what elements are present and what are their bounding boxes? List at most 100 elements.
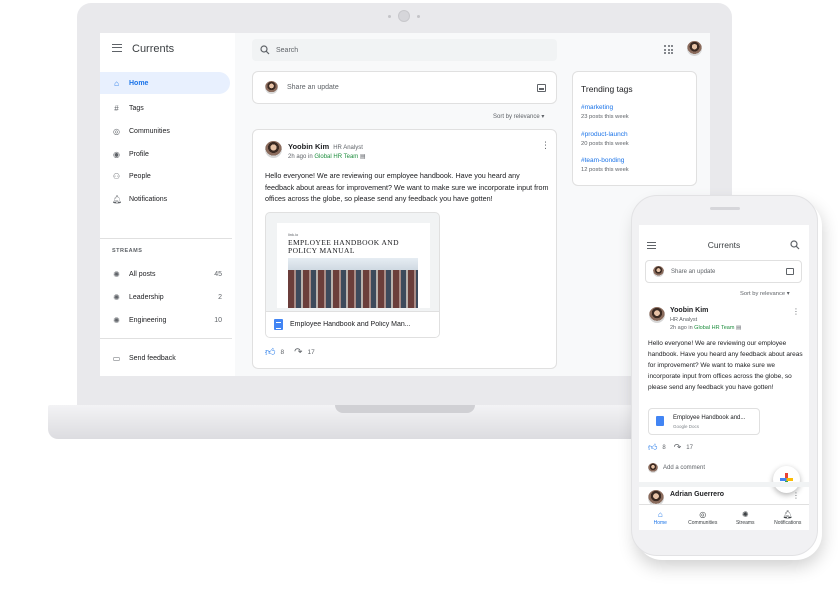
search-icon <box>260 45 270 55</box>
post-team-link[interactable]: Global HR Team <box>694 325 734 331</box>
bottom-nav-home[interactable]: ⌂ Home <box>639 505 682 530</box>
post-team-link[interactable]: Global HR Team <box>314 154 358 160</box>
sort-dropdown[interactable]: Sort by relevance ▾ <box>493 113 544 120</box>
post-author-role: HR Analyst <box>333 145 363 151</box>
stream-item-engineering[interactable]: ✺ Engineering 10 <box>100 309 230 331</box>
stream-icon: ✺ <box>113 315 120 325</box>
laptop-sensor-right <box>417 15 420 18</box>
post-author-name: Yoobin Kim <box>288 142 330 151</box>
document-name: Employee Handbook and... <box>673 415 746 421</box>
document-name: Employee Handbook and Policy Man... <box>290 321 411 328</box>
more-vert-icon[interactable]: ⋮ <box>792 307 800 316</box>
bell-icon: 🔔︎ <box>782 509 793 519</box>
bottom-nav-label: Notifications <box>774 519 802 526</box>
sidebar-item-notifications[interactable]: 🔔︎ Notifications <box>100 188 230 210</box>
share-arrow-icon[interactable]: ↷ <box>294 347 302 358</box>
sidebar-divider <box>100 238 232 239</box>
trending-tag-product-launch[interactable]: #product-launch <box>581 131 628 138</box>
send-feedback-button[interactable]: ▭ Send feedback <box>100 347 230 369</box>
more-vert-icon[interactable]: ⋮ <box>541 141 550 150</box>
post-author-avatar[interactable] <box>649 307 665 323</box>
post-author-name[interactable]: Yoobin Kim <box>670 307 708 314</box>
sidebar: Currents ⌂ Home # Tags ◎ Communities ◉ P… <box>100 33 235 376</box>
feedback-icon: ▭ <box>112 353 121 363</box>
sidebar-item-people[interactable]: ⚇ People <box>100 165 230 187</box>
communities-icon: ◎ <box>113 126 120 136</box>
building-photo <box>288 258 418 308</box>
stream-label: All posts <box>129 270 156 278</box>
laptop-camera <box>398 10 410 22</box>
post-text: Hello everyone! We are reviewing our emp… <box>648 340 803 391</box>
search-icon[interactable] <box>790 240 800 250</box>
home-icon: ⌂ <box>114 78 119 88</box>
sidebar-item-profile[interactable]: ◉ Profile <box>100 143 230 165</box>
post-time: 2h ago in <box>670 325 693 331</box>
sort-dropdown[interactable]: Sort by relevance ▾ <box>740 291 790 297</box>
document-preview: link.io Employee Handbook and Policy Man… <box>277 223 430 308</box>
sidebar-item-home[interactable]: ⌂ Home <box>100 72 230 94</box>
post-author-avatar[interactable] <box>265 141 282 158</box>
thumbs-up-icon[interactable]: 👍︎ <box>648 442 657 453</box>
add-comment-input[interactable]: Add a comment <box>663 465 705 471</box>
communities-icon: ◎ <box>699 509 707 519</box>
sidebar-item-communities[interactable]: ◎ Communities <box>100 120 230 142</box>
image-icon[interactable] <box>537 83 546 92</box>
post-reactions: 👍︎ 8 ↷ 17 <box>648 442 693 453</box>
create-post-fab[interactable] <box>773 466 800 493</box>
phone-app-title: Currents <box>707 240 741 250</box>
search-input[interactable]: Search <box>252 39 557 61</box>
post-card: Yoobin Kim HR Analyst 2h ago in Global H… <box>252 129 557 369</box>
stream-count: 2 <box>218 293 222 301</box>
home-icon: ⌂ <box>657 509 663 519</box>
send-feedback-label: Send feedback <box>129 354 176 362</box>
stream-item-all-posts[interactable]: ✺ All posts 45 <box>100 263 230 285</box>
document-attachment[interactable]: link.io Employee Handbook and Policy Man… <box>265 212 440 338</box>
document-attachment[interactable]: Employee Handbook and... Google Docs <box>648 408 760 435</box>
share-update-box[interactable]: Share an update <box>252 71 557 104</box>
google-docs-icon <box>274 319 283 330</box>
bottom-nav-communities[interactable]: ◎ Communities <box>682 505 725 530</box>
sidebar-item-label: Communities <box>129 127 170 135</box>
post-author-name[interactable]: Adrian Guerrero <box>670 491 724 498</box>
share-update-box[interactable]: Share an update <box>645 260 802 283</box>
post-meta: 2h ago in Global HR Team ▤ <box>670 325 741 331</box>
profile-icon: ◉ <box>113 149 120 159</box>
stream-count: 45 <box>214 270 222 278</box>
post-author[interactable]: Yoobin Kim HR Analyst <box>288 142 363 151</box>
bottom-nav-streams[interactable]: ✺ Streams <box>724 505 767 530</box>
team-icon: ▤ <box>359 154 366 160</box>
document-preview-caption: link.io <box>288 232 299 237</box>
trending-tag-count: 20 posts this week <box>581 141 629 147</box>
sidebar-item-label: Home <box>129 79 149 87</box>
share-arrow-icon[interactable]: ↷ <box>674 442 682 453</box>
sidebar-item-label: Tags <box>129 104 144 112</box>
stream-item-leadership[interactable]: ✺ Leadership 2 <box>100 286 230 308</box>
trending-tag-team-bonding[interactable]: #team-bonding <box>581 157 624 164</box>
bottom-nav-label: Communities <box>688 519 718 526</box>
streams-icon: ✺ <box>741 509 749 519</box>
document-source: Google Docs <box>673 424 700 429</box>
like-count: 8 <box>662 444 666 451</box>
stream-icon: ✺ <box>113 292 120 302</box>
image-icon[interactable] <box>786 268 794 275</box>
share-count: 17 <box>686 444 693 451</box>
post-meta: 2h ago in Global HR Team ▤ <box>288 153 366 160</box>
more-vert-icon[interactable]: ⋮ <box>792 491 800 500</box>
bottom-nav-notifications[interactable]: 🔔︎ Notifications <box>767 505 810 530</box>
sidebar-item-tags[interactable]: # Tags <box>100 97 230 119</box>
team-icon: ▤ <box>735 325 742 331</box>
search-placeholder: Search <box>276 46 299 54</box>
sidebar-divider <box>100 338 232 339</box>
menu-icon[interactable] <box>112 44 122 52</box>
trending-title: Trending tags <box>581 84 633 94</box>
thumbs-up-icon[interactable]: 👍︎ <box>265 346 275 358</box>
account-avatar[interactable] <box>687 41 702 56</box>
trending-tag-marketing[interactable]: #marketing <box>581 104 613 111</box>
people-icon: ⚇ <box>112 171 121 181</box>
trending-tag-count: 12 posts this week <box>581 167 629 173</box>
post-text: Hello everyone! We are reviewing our emp… <box>265 171 549 203</box>
share-count: 17 <box>307 348 315 356</box>
streams-heading: STREAMS <box>112 248 143 254</box>
apps-grid-icon[interactable] <box>664 45 673 54</box>
post-time: 2h ago in <box>288 154 313 160</box>
